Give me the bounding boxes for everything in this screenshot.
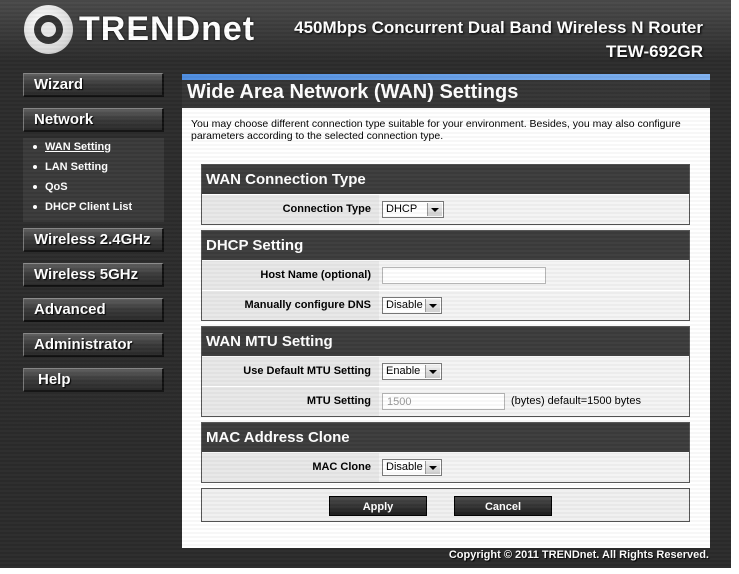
trendnet-logo: TRENDnet xyxy=(24,5,255,54)
nav-wireless-5ghz[interactable]: Wireless 5GHz xyxy=(23,263,164,287)
select-value: DHCP xyxy=(386,203,418,215)
nav-label: Network xyxy=(34,111,94,128)
select-value: Disable xyxy=(386,461,423,473)
router-admin-frame: TRENDnet 450Mbps Concurrent Dual Band Wi… xyxy=(0,0,731,568)
nav-administrator[interactable]: Administrator xyxy=(23,333,164,357)
nav-label: Wireless 2.4GHz xyxy=(34,231,151,248)
submenu-lan-setting[interactable]: LAN Setting xyxy=(33,161,108,173)
cancel-button[interactable]: Cancel xyxy=(454,496,552,516)
connection-type-label: Connection Type xyxy=(282,203,371,215)
nav-label: Help xyxy=(38,371,71,388)
dropdown-arrow-icon xyxy=(425,365,440,378)
submenu-label: LAN Setting xyxy=(45,161,108,173)
select-value: Disable xyxy=(386,299,423,311)
manual-dns-select[interactable]: Disable xyxy=(382,297,442,314)
footer: Copyright © 2011 TRENDnet. All Rights Re… xyxy=(0,546,731,568)
section-heading: DHCP Setting xyxy=(202,231,689,260)
submenu-label: DHCP Client List xyxy=(45,201,133,213)
mac-clone-row: MAC Clone Disable xyxy=(202,452,689,482)
nav-label: Wizard xyxy=(34,76,84,93)
default-mtu-select[interactable]: Enable xyxy=(382,363,442,380)
page-title: Wide Area Network (WAN) Settings xyxy=(187,81,519,103)
copyright-text: Copyright © 2011 TRENDnet. All Rights Re… xyxy=(448,549,709,561)
title-bar: Wide Area Network (WAN) Settings xyxy=(182,80,710,108)
mac-clone-label: MAC Clone xyxy=(312,461,371,473)
mtu-setting-row: MTU Setting 1500 (bytes) default=1500 by… xyxy=(202,386,689,416)
row-value-cell: Disable xyxy=(379,453,689,482)
nav-wireless-24ghz[interactable]: Wireless 2.4GHz xyxy=(23,228,164,252)
manual-dns-label: Manually configure DNS xyxy=(244,299,371,311)
action-bar: Apply Cancel xyxy=(201,488,690,522)
model-number: TEW-692GR xyxy=(606,42,703,61)
mtu-default-note: (bytes) default=1500 bytes xyxy=(511,395,641,407)
connection-type-select[interactable]: DHCP xyxy=(382,201,444,218)
host-name-label: Host Name (optional) xyxy=(260,269,371,281)
row-value-cell: Enable xyxy=(379,357,689,386)
dropdown-arrow-icon xyxy=(425,461,440,474)
dropdown-arrow-icon xyxy=(425,299,440,312)
default-mtu-label: Use Default MTU Setting xyxy=(243,365,371,377)
section-heading: WAN MTU Setting xyxy=(202,327,689,356)
nav-wizard[interactable]: Wizard xyxy=(23,73,164,97)
submenu-label: WAN Setting xyxy=(45,141,111,153)
mac-clone-select[interactable]: Disable xyxy=(382,459,442,476)
mtu-input[interactable]: 1500 xyxy=(382,393,505,410)
network-submenu: WAN Setting LAN Setting QoS DHCP Client … xyxy=(23,138,164,222)
row-value-cell xyxy=(379,261,689,290)
intro-text: You may choose different connection type… xyxy=(191,118,681,142)
bullet-icon xyxy=(33,205,37,210)
nav-network[interactable]: Network xyxy=(23,108,164,132)
submenu-wan-setting[interactable]: WAN Setting xyxy=(33,141,111,153)
mac-clone-section: MAC Address Clone MAC Clone Disable xyxy=(201,422,690,483)
nav-help[interactable]: Help xyxy=(23,368,164,392)
bullet-icon xyxy=(33,145,37,150)
dropdown-arrow-icon xyxy=(427,203,442,216)
row-value-cell: Disable xyxy=(379,291,689,320)
mtu-setting-label: MTU Setting xyxy=(306,395,371,407)
submenu-label: QoS xyxy=(45,181,68,193)
nav-label: Administrator xyxy=(34,336,133,353)
bullet-icon xyxy=(33,165,37,170)
wan-connection-section: WAN Connection Type Connection Type DHCP xyxy=(201,164,690,225)
nav-label: Advanced xyxy=(34,301,106,318)
product-info: 450Mbps Concurrent Dual Band Wireless N … xyxy=(294,16,703,64)
select-value: Enable xyxy=(386,365,421,377)
wan-mtu-section: WAN MTU Setting Use Default MTU Setting … xyxy=(201,326,690,417)
section-heading: MAC Address Clone xyxy=(202,423,689,452)
submenu-qos[interactable]: QoS xyxy=(33,181,68,193)
host-name-input[interactable] xyxy=(382,267,546,284)
apply-button[interactable]: Apply xyxy=(329,496,427,516)
nav-advanced[interactable]: Advanced xyxy=(23,298,164,322)
connection-type-row: Connection Type DHCP xyxy=(202,194,689,224)
row-value-cell: 1500 (bytes) default=1500 bytes xyxy=(379,387,689,416)
manual-dns-row: Manually configure DNS Disable xyxy=(202,290,689,320)
bullet-icon xyxy=(33,185,37,190)
section-heading: WAN Connection Type xyxy=(202,165,689,194)
trendnet-logo-icon xyxy=(24,5,73,54)
host-name-row: Host Name (optional) xyxy=(202,260,689,290)
nav-label: Wireless 5GHz xyxy=(34,266,139,283)
product-name: 450Mbps Concurrent Dual Band Wireless N … xyxy=(294,18,703,37)
submenu-dhcp-client-list[interactable]: DHCP Client List xyxy=(33,201,132,213)
brand-name: TRENDnet xyxy=(79,10,256,48)
dhcp-setting-section: DHCP Setting Host Name (optional) Manual… xyxy=(201,230,690,321)
default-mtu-row: Use Default MTU Setting Enable xyxy=(202,356,689,386)
main-panel: Wide Area Network (WAN) Settings You may… xyxy=(182,74,710,548)
row-value-cell: DHCP xyxy=(379,195,689,224)
